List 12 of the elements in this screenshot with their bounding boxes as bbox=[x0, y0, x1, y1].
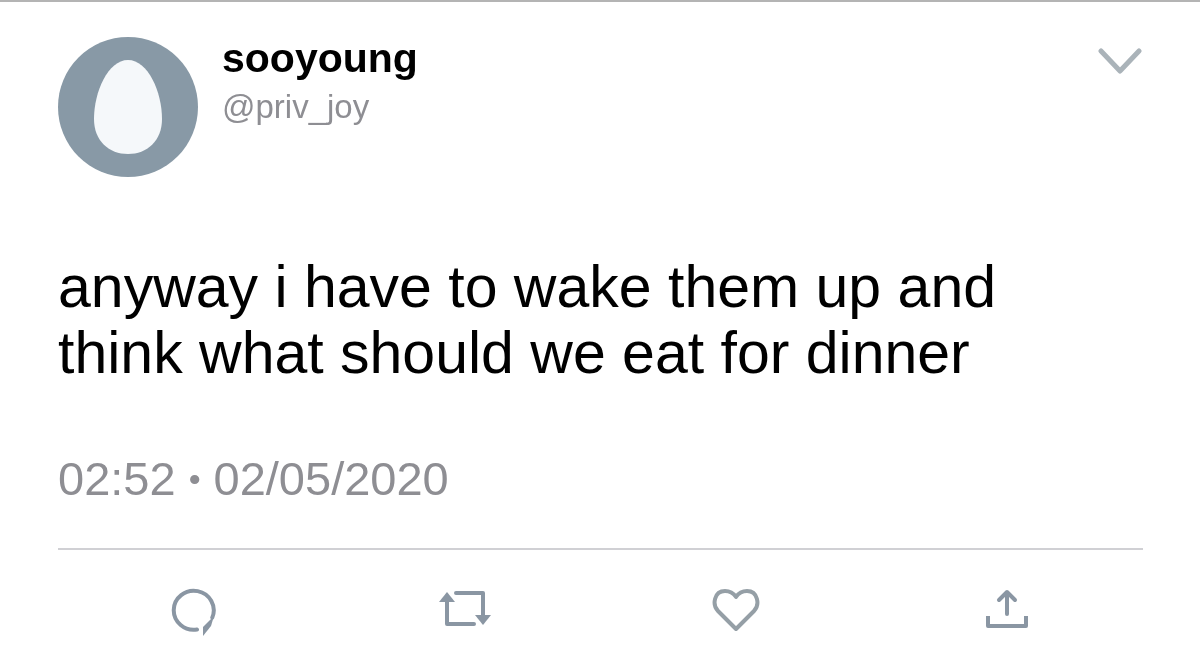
share-icon[interactable] bbox=[986, 588, 1029, 629]
chevron-down-icon[interactable] bbox=[1098, 48, 1142, 75]
separator-dot: • bbox=[188, 459, 201, 500]
avatar-icon bbox=[58, 37, 198, 177]
tweet-time: 02:52 bbox=[58, 452, 176, 506]
user-handle: @priv_joy bbox=[222, 87, 371, 127]
heart-icon[interactable] bbox=[711, 588, 762, 632]
repeat-arrows-icon[interactable] bbox=[438, 588, 491, 629]
tweet-date: 02/05/2020 bbox=[213, 452, 449, 506]
tweet-text: anyway i have to wake them up and think what should we eat for dinner bbox=[58, 254, 997, 386]
display-name: sooyoung bbox=[222, 34, 418, 82]
speech-bubble-icon[interactable] bbox=[169, 588, 218, 637]
